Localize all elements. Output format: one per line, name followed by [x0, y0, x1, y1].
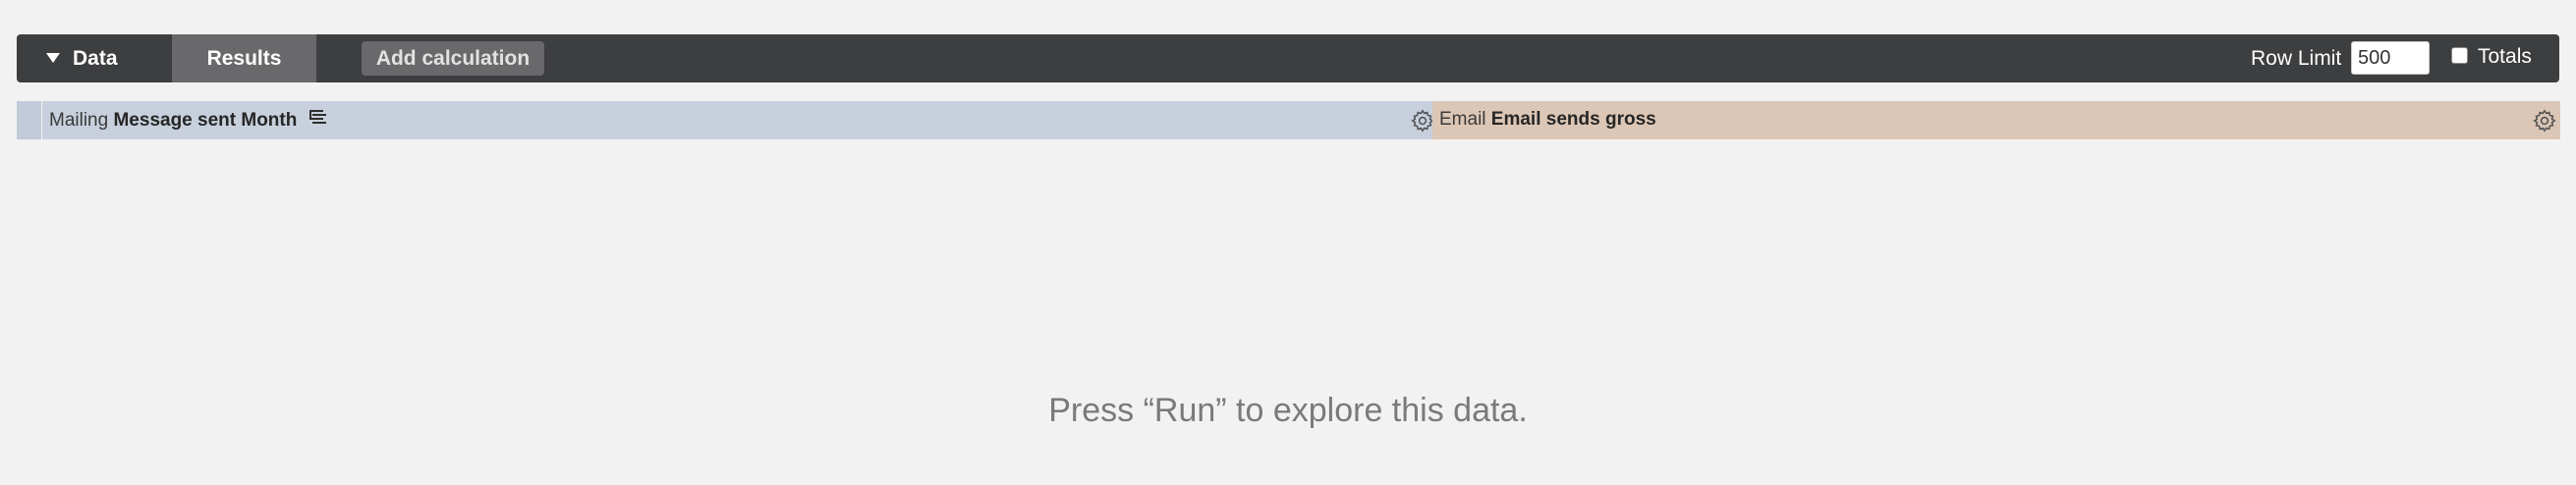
- caret-down-icon[interactable]: [46, 53, 60, 63]
- row-limit-input[interactable]: [2351, 41, 2430, 75]
- column-field-name: Message sent Month: [113, 110, 298, 132]
- column-view-name: Mailing: [49, 110, 109, 132]
- tab-results[interactable]: Results: [172, 34, 316, 82]
- tab-data[interactable]: Data: [17, 34, 172, 82]
- column-header-email-sends-gross[interactable]: Email Email sends gross: [1432, 101, 2560, 139]
- row-number-gutter: [17, 101, 41, 139]
- pivot-icon[interactable]: [308, 109, 328, 133]
- column-view-name: Email: [1439, 109, 1486, 130]
- tab-data-label: Data: [73, 47, 118, 70]
- row-limit-label: Row Limit: [2251, 47, 2342, 70]
- column-header-label: Email Email sends gross: [1439, 109, 1656, 131]
- column-header-message-sent-month[interactable]: Mailing Message sent Month: [42, 101, 1448, 139]
- empty-results-message: Press “Run” to explore this data.: [1048, 392, 1528, 429]
- data-toolbar: Data Results Add calculation Row Limit T…: [17, 34, 2559, 82]
- add-calculation-button[interactable]: Add calculation: [362, 41, 544, 76]
- totals-label: Totals: [2478, 45, 2532, 68]
- column-header-label: Mailing Message sent Month: [49, 109, 328, 133]
- totals-checkbox[interactable]: [2451, 47, 2468, 64]
- column-settings-gear-icon[interactable]: [1411, 109, 1434, 133]
- results-header-row: Mailing Message sent Month Email Email s…: [17, 101, 2560, 139]
- column-settings-gear-icon[interactable]: [2533, 109, 2556, 133]
- column-field-name: Email sends gross: [1490, 109, 1656, 130]
